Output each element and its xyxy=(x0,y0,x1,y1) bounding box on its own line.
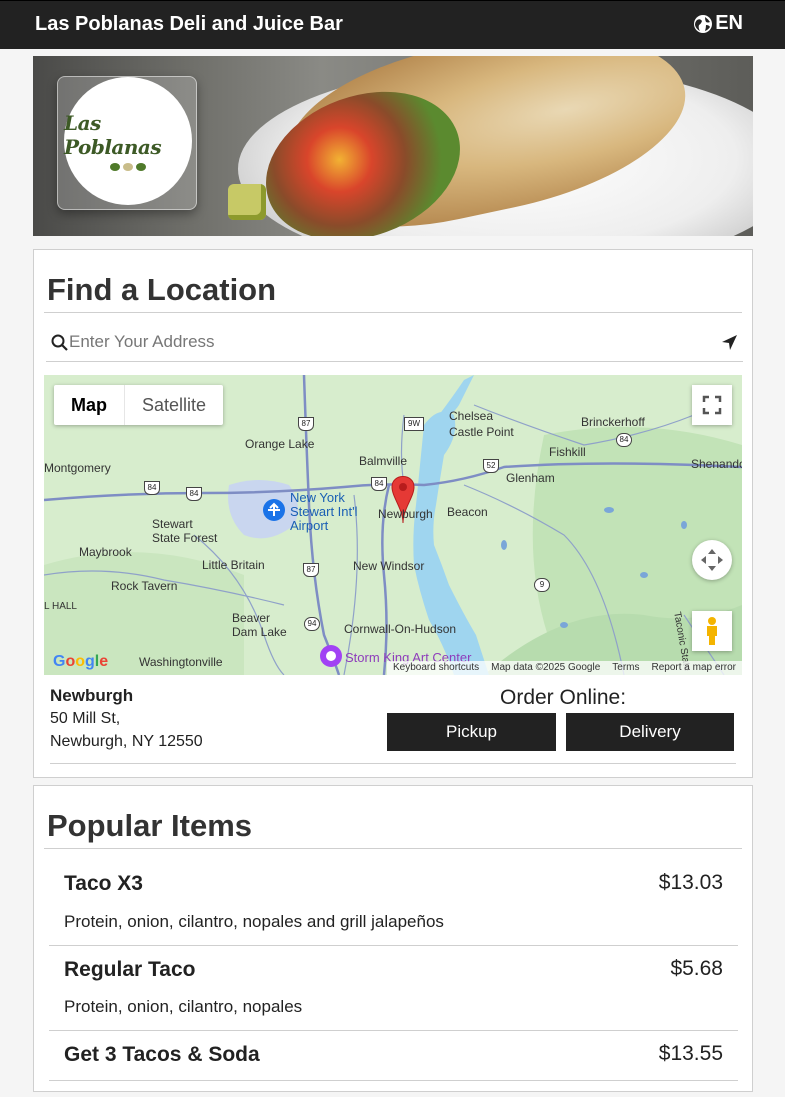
highway-shield-icon: 52 xyxy=(483,459,499,473)
fullscreen-icon xyxy=(702,395,722,415)
divider xyxy=(44,312,742,313)
map-type-toggle: Map Satellite xyxy=(54,385,224,425)
map-label: Little Britain xyxy=(202,558,265,572)
map-view-button[interactable]: Map xyxy=(54,385,124,425)
satellite-view-button[interactable]: Satellite xyxy=(124,385,223,425)
map-footer: Keyboard shortcuts Map data ©2025 Google… xyxy=(386,661,742,675)
highway-shield-icon: 9 xyxy=(534,578,550,592)
logo-frame: Las Poblanas xyxy=(57,76,197,210)
map-label: New Windsor xyxy=(353,559,425,573)
map-label: Washingtonville xyxy=(139,655,223,669)
delivery-button[interactable]: Delivery xyxy=(566,713,734,751)
map-label: Brinckerhoff xyxy=(581,415,645,429)
order-online-label: Order Online: xyxy=(500,686,627,709)
highway-shield-icon: 87 xyxy=(298,417,314,431)
popular-items-heading: Popular Items xyxy=(47,808,252,843)
menu-item-price: $5.68 xyxy=(670,957,723,980)
map-data-label: Map data ©2025 Google xyxy=(491,662,601,673)
menu-item[interactable]: Regular Taco $5.68 Protein, onion, cilan… xyxy=(49,950,738,1031)
logo-text: Las Poblanas xyxy=(64,111,162,159)
map-label: L HALL xyxy=(44,601,77,612)
street-view-button[interactable] xyxy=(692,611,732,651)
hero-avocado-image xyxy=(228,184,266,220)
map-label: Chelsea xyxy=(449,409,494,423)
menu-item-description: Protein, onion, cilantro, nopales and gr… xyxy=(64,912,444,931)
map-label: Rock Tavern xyxy=(111,579,178,593)
map-label: Maybrook xyxy=(79,545,132,559)
address-input[interactable] xyxy=(69,332,669,352)
globe-icon xyxy=(694,14,713,33)
locate-me-icon[interactable] xyxy=(721,334,738,351)
map-label: Beacon xyxy=(447,505,488,519)
restaurant-logo[interactable]: Las Poblanas xyxy=(64,77,192,205)
map-label: Glenham xyxy=(506,471,555,485)
top-bar: Las Poblanas Deli and Juice Bar EN xyxy=(0,0,785,49)
popular-items-card: Popular Items Taco X3 $13.03 Protein, on… xyxy=(33,785,753,1092)
logo-peppers-icon xyxy=(110,163,146,171)
find-location-heading: Find a Location xyxy=(47,272,277,307)
location-name: Newburgh xyxy=(50,686,134,705)
map-label: Montgomery xyxy=(44,461,111,475)
map-label: Newburgh xyxy=(378,507,433,521)
report-map-error-link[interactable]: Report a map error xyxy=(652,662,736,674)
location-map[interactable]: Map Satellite Chelsea Castle Point Brinc… xyxy=(44,375,742,675)
menu-item-description: Protein, onion, cilantro, nopales xyxy=(64,997,303,1016)
divider xyxy=(50,763,736,764)
fullscreen-button[interactable] xyxy=(692,385,732,425)
map-label: New York Stewart Int'l Airport xyxy=(290,490,358,533)
language-selector[interactable]: EN xyxy=(693,12,743,35)
terms-link[interactable]: Terms xyxy=(612,662,639,674)
highway-shield-icon: 9W xyxy=(404,417,424,431)
keyboard-shortcuts-link[interactable]: Keyboard shortcuts xyxy=(393,662,479,674)
map-label: Fishkill xyxy=(549,445,586,459)
menu-item-name: Regular Taco xyxy=(64,958,196,981)
divider xyxy=(49,1080,738,1081)
google-logo: Google xyxy=(53,653,109,670)
menu-item-name: Get 3 Tacos & Soda xyxy=(64,1043,260,1066)
menu-item-price: $13.55 xyxy=(658,1042,723,1065)
camera-control-button[interactable] xyxy=(692,540,732,580)
highway-shield-icon: 84 xyxy=(371,477,387,491)
map-label: Shenando xyxy=(691,457,742,471)
map-label: Cornwall-On-Hudson xyxy=(344,622,457,636)
menu-item-price: $13.03 xyxy=(658,871,723,894)
pegman-icon xyxy=(707,617,717,645)
highway-shield-icon: 87 xyxy=(303,563,319,577)
map-label: Castle Point xyxy=(449,425,514,439)
menu-item[interactable]: Taco X3 $13.03 Protein, onion, cilantro,… xyxy=(49,864,738,945)
divider xyxy=(49,1030,738,1031)
menu-item-name: Taco X3 xyxy=(64,872,143,895)
highway-shield-icon: 84 xyxy=(144,481,160,495)
site-title[interactable]: Las Poblanas Deli and Juice Bar xyxy=(35,13,343,36)
map-label: Beaver Dam Lake xyxy=(232,611,287,639)
map-label: Orange Lake xyxy=(245,437,315,451)
camera-move-icon xyxy=(701,549,723,571)
language-label: EN xyxy=(715,12,743,34)
highway-shield-icon: 94 xyxy=(304,617,320,631)
location-street: 50 Mill St, xyxy=(50,710,121,727)
divider xyxy=(44,848,742,849)
pickup-button[interactable]: Pickup xyxy=(387,713,556,751)
search-icon xyxy=(51,334,68,351)
highway-shield-icon: 84 xyxy=(616,433,632,447)
highway-shield-icon: 84 xyxy=(186,487,202,501)
address-search xyxy=(46,324,743,362)
hero-banner: Las Poblanas xyxy=(33,56,753,236)
divider xyxy=(49,945,738,946)
find-location-card: Find a Location Enter Your Address Map S… xyxy=(33,249,753,778)
map-label: Balmville xyxy=(359,454,408,468)
location-city: Newburgh, NY 12550 xyxy=(50,733,203,750)
map-label: Stewart State Forest xyxy=(152,517,218,545)
menu-item[interactable]: Get 3 Tacos & Soda $13.55 xyxy=(49,1035,738,1080)
